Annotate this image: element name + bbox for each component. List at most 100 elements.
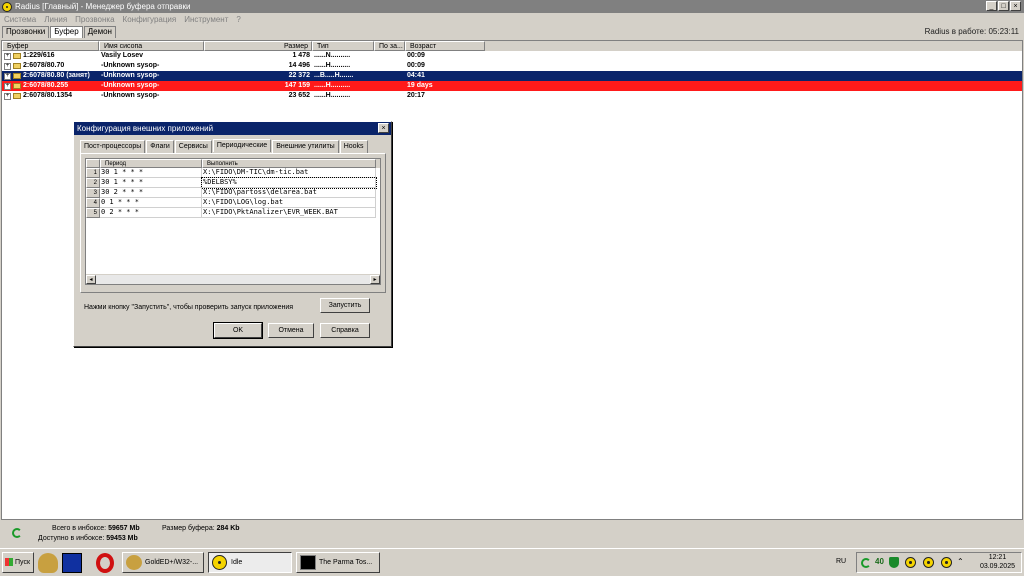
grid-row[interactable]: 1 30 1 * * * X:\FIDO\DM-TIC\dm-tic.bat <box>86 168 380 178</box>
expand-icon[interactable]: + <box>4 92 11 100</box>
menu-bar: Система Линия Прозвонка Конфигурация Инс… <box>0 13 245 25</box>
grid-period-cell[interactable]: 0 1 * * * <box>100 198 202 208</box>
taskbar: Пуск GoldED+/W32-... Idle The Parma Tos.… <box>0 548 1024 576</box>
inbox-total-value: 59657 Mb <box>108 525 140 532</box>
expand-icon[interactable]: + <box>4 82 11 90</box>
ok-button[interactable]: OK <box>213 322 263 339</box>
radiation-icon[interactable] <box>905 557 916 568</box>
far-launcher-icon[interactable] <box>62 553 82 573</box>
scroll-left-button[interactable]: ◂ <box>86 275 96 284</box>
menu-system[interactable]: Система <box>0 15 40 24</box>
grid-row[interactable]: 40 1 * * * X:\FIDO\LOG\log.bat <box>86 198 380 208</box>
col-type[interactable]: Тип <box>312 41 374 51</box>
buffer-cell: +2:6078/80.80 (занят) <box>2 71 99 81</box>
dialog-titlebar[interactable]: Конфигурация внешних приложений × <box>74 122 391 135</box>
grid-exec-cell[interactable]: %DELBSY% <box>201 177 377 189</box>
type-cell: ......N.......... <box>314 52 351 59</box>
golded-launcher-icon[interactable] <box>38 553 58 573</box>
task-golded[interactable]: GoldED+/W32-... <box>122 552 204 573</box>
tab-flags[interactable]: Флаги <box>146 140 174 153</box>
col-size[interactable]: Размер <box>204 41 312 51</box>
grid-row-number[interactable]: 3 <box>86 188 100 198</box>
buffer-address: 2:6078/80.70 <box>23 62 65 69</box>
horizontal-scrollbar[interactable]: ◂ ▸ <box>86 274 380 284</box>
grid-exec-cell[interactable]: X:\FIDO\partoss\delarea.bat <box>202 188 376 198</box>
grid-row-number[interactable]: 4 <box>86 198 100 208</box>
grid-row[interactable]: 50 2 * * * X:\FIDO\PktAnalizer\EVR_WEEK.B… <box>86 208 380 218</box>
maximize-button[interactable]: □ <box>998 1 1009 11</box>
clock[interactable]: 12:21 03.09.2025 <box>980 553 1015 571</box>
close-button[interactable]: × <box>1010 1 1021 11</box>
grid-exec-cell[interactable]: X:\FIDO\PktAnalizer\EVR_WEEK.BAT <box>202 208 376 218</box>
sysop-cell: -Unknown sysop- <box>101 72 160 79</box>
window-titlebar[interactable]: Radius [Главный] - Менеджер буфера отпра… <box>0 0 1024 13</box>
grid-col-period[interactable]: Период <box>100 159 202 168</box>
table-row[interactable]: +2:6078/80.80 (занят) -Unknown sysop- 22 3… <box>2 71 1022 81</box>
system-tray: RU 40 ⌃ 12:21 03.09.2025 <box>836 552 1022 573</box>
menu-config[interactable]: Конфигурация <box>119 15 181 24</box>
tab-postprocessors[interactable]: Пост-процессоры <box>80 140 146 153</box>
folder-icon <box>13 53 21 59</box>
age-cell: 20:17 <box>407 92 425 99</box>
grid-period-cell[interactable]: 30 1 * * * <box>100 178 202 188</box>
scroll-right-button[interactable]: ▸ <box>370 275 380 284</box>
menu-help[interactable]: ? <box>232 15 244 24</box>
grid-row[interactable]: 2 30 1 * * * %DELBSY% <box>86 177 380 189</box>
grid-row-number[interactable]: 5 <box>86 208 100 218</box>
table-row[interactable]: +2:6078/80.255 -Unknown sysop- 147 159....… <box>2 81 1022 91</box>
grid-period-cell[interactable]: 30 2 * * * <box>100 188 202 198</box>
grid-row[interactable]: 3 30 2 * * * X:\FIDO\partoss\delarea.bat <box>86 188 380 198</box>
status-bar: Всего в инбоксе: 59657 Mb Размер буфера:… <box>0 522 1024 544</box>
grid-exec-cell[interactable]: X:\FIDO\DM-TIC\dm-tic.bat <box>202 168 376 178</box>
tab-calls[interactable]: Прозвонки <box>2 26 50 38</box>
col-buffer[interactable]: Буфер <box>2 41 99 51</box>
lang-indicator[interactable]: RU <box>836 558 846 565</box>
minimize-button[interactable]: _ <box>986 1 997 11</box>
task-parma[interactable]: The Parma Tos... <box>296 552 380 573</box>
grid-period-cell[interactable]: 30 1 * * * <box>100 168 202 178</box>
shield-icon[interactable] <box>889 557 899 568</box>
refresh-icon[interactable] <box>12 528 22 538</box>
task-idle[interactable]: Idle <box>208 552 292 573</box>
menu-line[interactable]: Линия <box>40 15 71 24</box>
col-age[interactable]: Возраст <box>405 41 485 51</box>
grid-row-number[interactable]: 2 <box>86 178 100 188</box>
radiation-icon[interactable] <box>923 557 934 568</box>
tab-services[interactable]: Сервисы <box>174 140 212 153</box>
cancel-button[interactable]: Отмена <box>268 323 314 338</box>
grid-row-number[interactable]: 1 <box>86 168 100 178</box>
tab-daemon[interactable]: Демон <box>83 26 116 38</box>
periodic-grid: Период Выполнить 1 30 1 * * * X:\FIDO\DM-T… <box>85 158 381 285</box>
col-date[interactable]: По за... <box>374 41 405 51</box>
expand-icon[interactable]: + <box>4 72 11 80</box>
table-row[interactable]: +1:229/616 Vasily Losev 1 478 ......N......… <box>2 51 1022 61</box>
tab-external-utils[interactable]: Внешние утилиты <box>272 140 339 153</box>
grid-col-exec[interactable]: Выполнить <box>202 159 376 168</box>
opera-icon[interactable] <box>96 553 114 573</box>
menu-call[interactable]: Прозвонка <box>71 15 118 24</box>
dialog-close-button[interactable]: × <box>378 123 389 133</box>
dialog-tabs: Пост-процессоры Флаги Сервисы Периодичес… <box>80 139 369 153</box>
tray-count[interactable]: 40 <box>875 557 884 566</box>
col-sysop[interactable]: Имя сисопа <box>99 41 204 51</box>
chevron-up-icon[interactable]: ⌃ <box>957 557 964 566</box>
inbox-free-label: Доступно в инбоксе: <box>38 535 105 542</box>
inbox-total-label: Всего в инбоксе: <box>52 525 107 532</box>
tab-buffer[interactable]: Буфер <box>50 26 83 38</box>
buffer-size-value: 284 Kb <box>216 525 240 532</box>
table-row[interactable]: +2:6078/80.1354 -Unknown sysop- 23 652....… <box>2 91 1022 101</box>
expand-icon[interactable]: + <box>4 62 11 70</box>
help-button[interactable]: Справка <box>320 323 370 338</box>
radiation-icon[interactable] <box>941 557 952 568</box>
table-row[interactable]: +2:6078/80.70 -Unknown sysop- 14 496......… <box>2 61 1022 71</box>
run-button[interactable]: Запустить <box>320 298 370 313</box>
grid-period-cell[interactable]: 0 2 * * * <box>100 208 202 218</box>
tab-periodic[interactable]: Периодические <box>212 139 272 152</box>
expand-icon[interactable]: + <box>4 52 11 60</box>
menu-tools[interactable]: Инструмент <box>180 15 232 24</box>
tab-hooks[interactable]: Hooks <box>339 140 368 153</box>
refresh-icon[interactable] <box>861 558 871 568</box>
grid-exec-cell[interactable]: X:\FIDO\LOG\log.bat <box>202 198 376 208</box>
start-button[interactable]: Пуск <box>2 552 34 573</box>
type-cell: ......H.......... <box>314 62 351 69</box>
